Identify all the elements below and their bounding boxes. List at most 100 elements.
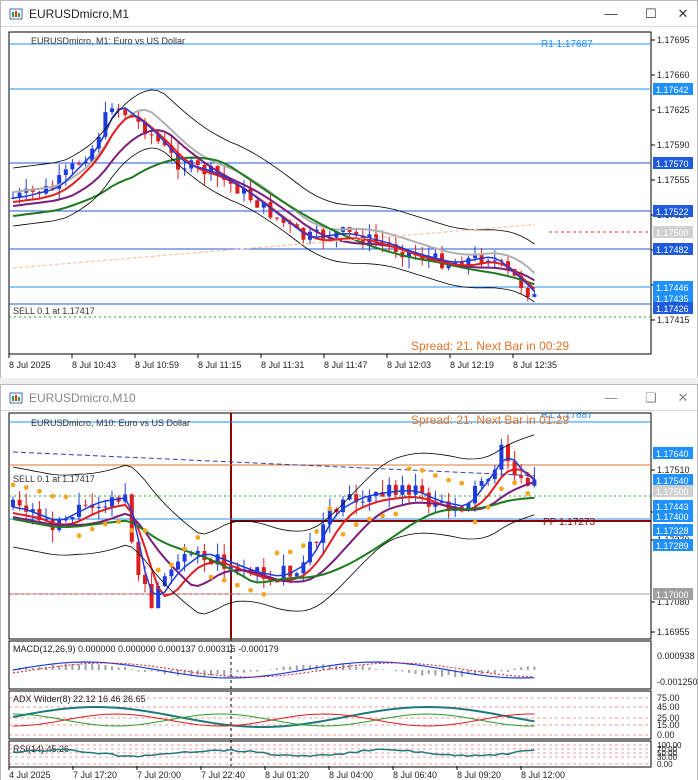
- candle-body: [123, 109, 128, 116]
- parabolic-sar-dot: [50, 493, 55, 499]
- candle-body: [11, 499, 15, 507]
- spread-text: Spread: 21. Next Bar in 01:29: [411, 413, 569, 427]
- price-tick-label: 1.17510: [657, 465, 690, 475]
- parabolic-sar-dot: [393, 511, 399, 517]
- spread-text: Spread: 21. Next Bar in 00:29: [411, 339, 569, 353]
- candle-body: [96, 507, 101, 509]
- time-tick-label: 8 Jul 10:43: [72, 360, 116, 370]
- parabolic-sar-dot: [76, 533, 82, 539]
- parabolic-sar-dot: [182, 546, 188, 552]
- price-tag: 1.17540: [656, 476, 689, 486]
- candle-body: [77, 163, 81, 165]
- chart-window-m1[interactable]: EURUSDmicro,M1 — ☐ ✕ EURUSDmicro, M1: Eu…: [0, 0, 698, 378]
- candle-body: [103, 506, 108, 508]
- app-icon: [9, 8, 23, 20]
- parabolic-sar-dot: [367, 516, 372, 522]
- parabolic-sar-dot: [103, 521, 108, 527]
- candle-body: [169, 569, 174, 577]
- chart-background: [1, 28, 697, 378]
- parabolic-sar-dot: [261, 591, 267, 597]
- time-tick-label: 8 Jul 2025: [9, 360, 51, 370]
- candle-body: [182, 554, 187, 562]
- price-chart-m10[interactable]: EURUSDmicro, M10: Euro vs US DollarR1 1.…: [1, 412, 697, 780]
- minimize-icon[interactable]: —: [599, 388, 623, 408]
- candle-body: [314, 541, 319, 543]
- window-title: EURUSDmicro,M10: [29, 391, 136, 405]
- chart-window-m10[interactable]: EURUSDmicro,M10 — ❏ ✕ EURUSDmicro, M10: …: [0, 384, 698, 780]
- time-tick-label: 7 Jul 20:00: [137, 770, 181, 780]
- parabolic-sar-dot: [446, 477, 451, 483]
- window-title: EURUSDmicro,M1: [29, 7, 130, 21]
- time-tick-label: 8 Jul 12:35: [513, 360, 557, 370]
- adx-tick-label: 15.00: [657, 720, 680, 730]
- parabolic-sar-dot: [142, 528, 148, 534]
- candle-body: [479, 480, 484, 486]
- parabolic-sar-dot: [116, 519, 121, 524]
- price-tag: 1.17328: [656, 526, 689, 536]
- restore-icon[interactable]: ❏: [639, 388, 663, 408]
- maximize-icon[interactable]: ☐: [639, 4, 663, 24]
- parabolic-sar-dot: [10, 482, 16, 488]
- candle-body: [275, 217, 279, 219]
- candle-body: [195, 160, 200, 166]
- parabolic-sar-dot: [499, 486, 504, 492]
- price-tick-label: 1.17660: [657, 70, 690, 80]
- minimize-icon[interactable]: —: [599, 4, 623, 24]
- candle-body: [413, 485, 418, 495]
- price-tag: 1.17000: [656, 590, 689, 600]
- candle-body: [473, 485, 477, 504]
- parabolic-sar-dot: [314, 529, 319, 534]
- titlebar-m1[interactable]: EURUSDmicro,M1 — ☐ ✕: [1, 1, 697, 27]
- parabolic-sar-dot: [459, 480, 465, 486]
- candle-body: [255, 200, 260, 208]
- parabolic-sar-dot: [512, 480, 517, 486]
- price-chart-m1[interactable]: EURUSDmicro, M1: Euro vs US Dollar R1 1.1…: [1, 28, 697, 378]
- close-icon[interactable]: ✕: [671, 388, 695, 408]
- parabolic-sar-dot: [485, 504, 491, 510]
- app-icon: [9, 392, 23, 404]
- parabolic-sar-dot: [63, 494, 69, 500]
- titlebar-m10[interactable]: EURUSDmicro,M10 — ❏ ✕: [1, 385, 697, 411]
- price-tick-label: 1.17590: [657, 140, 690, 150]
- parabolic-sar-dot: [472, 519, 478, 525]
- parabolic-sar-dot: [274, 550, 280, 556]
- time-tick-label: 8 Jul 09:20: [457, 770, 501, 780]
- price-tag: 1.17500: [656, 487, 689, 497]
- candle-body: [492, 260, 497, 262]
- time-tick-label: 4 Jul 2025: [9, 770, 51, 780]
- macd-tick-label: 0.000938: [657, 651, 695, 661]
- parabolic-sar-dot: [353, 522, 359, 528]
- parabolic-sar-dot: [406, 466, 412, 472]
- parabolic-sar-dot: [89, 526, 95, 532]
- parabolic-sar-dot: [301, 543, 306, 549]
- chart-label: EURUSDmicro, M1: Euro vs US Dollar: [31, 36, 185, 46]
- time-tick-label: 8 Jul 12:19: [450, 360, 494, 370]
- candle-body: [17, 499, 22, 506]
- time-tick-label: 8 Jul 12:00: [521, 770, 565, 780]
- candle-body: [70, 163, 75, 170]
- rsi-tick-label: 0.00: [657, 760, 673, 769]
- parabolic-sar-dot: [248, 587, 254, 593]
- parabolic-sar-dot: [235, 582, 240, 588]
- parabolic-sar-dot: [129, 527, 135, 533]
- price-tick-label: 1.17625: [657, 105, 690, 115]
- price-tick-label: 1.17695: [657, 35, 690, 45]
- adx-label: ADX Wilder(8) 22.12 16.46 26.65: [13, 694, 146, 704]
- price-tick-label: 1.17415: [657, 315, 690, 325]
- time-tick-label: 8 Jul 10:59: [135, 360, 179, 370]
- parabolic-sar-dot: [525, 490, 531, 496]
- candle-body: [83, 504, 88, 506]
- parabolic-sar-dot: [327, 506, 333, 512]
- parabolic-sar-dot: [340, 531, 346, 537]
- adx-tick-label: 0.00: [657, 730, 675, 740]
- close-icon[interactable]: ✕: [671, 4, 695, 24]
- sell-order-label: SELL 0.1 at 1.17417: [13, 474, 95, 484]
- macd-tick-label: -0.001250: [657, 677, 697, 687]
- price-tag: 1.17522: [656, 207, 689, 217]
- r1-label: R1 1.17687: [541, 39, 593, 50]
- price-tag: 1.17400: [656, 512, 689, 522]
- candle-body: [288, 565, 293, 577]
- price-tag: 1.17446: [656, 283, 689, 293]
- price-tick-label: 1.17555: [657, 175, 690, 185]
- adx-tick-label: 45.00: [657, 702, 680, 712]
